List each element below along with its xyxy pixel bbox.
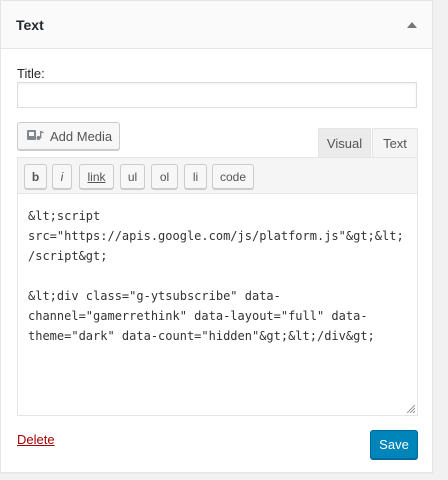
italic-button[interactable]: i [52, 164, 72, 189]
code-button[interactable]: code [212, 164, 254, 189]
title-input[interactable] [17, 82, 417, 108]
bold-button[interactable]: b [24, 164, 47, 189]
resize-grip-icon[interactable] [406, 404, 415, 413]
add-media-button[interactable]: Add Media [17, 122, 120, 150]
li-button[interactable]: li [184, 164, 207, 189]
delete-link[interactable]: Delete [17, 432, 55, 447]
ol-button[interactable]: ol [151, 164, 178, 189]
ul-button[interactable]: ul [120, 164, 145, 189]
text-widget: Text Title: Add Media Visual Text b i li… [0, 0, 433, 473]
add-media-label: Add Media [50, 128, 113, 144]
text-editor: b i link ul ol li code &lt;script src="h… [17, 157, 418, 416]
title-label: Title: [17, 66, 45, 81]
content-textarea[interactable]: &lt;script src="https://apis.google.com/… [18, 195, 417, 415]
save-button[interactable]: Save [370, 430, 418, 459]
link-button[interactable]: link [79, 164, 114, 189]
tab-visual[interactable]: Visual [318, 128, 371, 158]
quicktags-toolbar: b i link ul ol li code [18, 158, 417, 194]
tab-text[interactable]: Text [372, 128, 418, 158]
collapse-arrow-icon[interactable] [402, 15, 422, 35]
widget-header[interactable]: Text [1, 1, 432, 49]
media-icon [27, 130, 44, 140]
widget-title: Text [16, 17, 44, 33]
